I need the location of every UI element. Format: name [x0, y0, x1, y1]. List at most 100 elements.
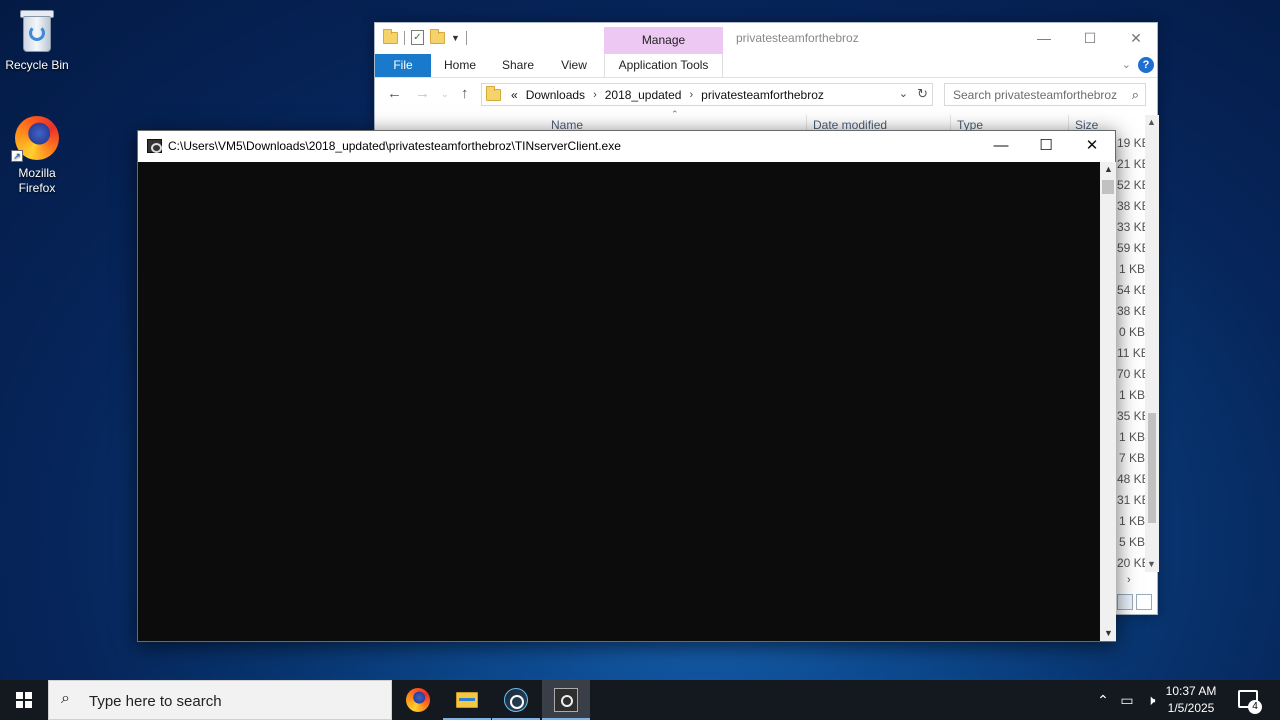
- desktop-icon-firefox[interactable]: ↗ Mozilla Firefox: [0, 114, 74, 196]
- expand-ribbon-icon[interactable]: ⌄: [1122, 58, 1131, 71]
- customize-toolbar-icon[interactable]: ▼: [451, 33, 460, 43]
- console-app-icon: [554, 688, 578, 712]
- chevron-down-icon[interactable]: ⌄: [899, 87, 908, 100]
- maximize-button[interactable]: ☐: [1067, 23, 1113, 53]
- folder-icon: [486, 85, 501, 101]
- network-icon[interactable]: ▭: [1116, 680, 1138, 720]
- navigation-bar: ← → ⌄ ↑ « Downloads › 2018_updated › pri…: [375, 79, 1157, 109]
- taskbar-app-console[interactable]: [542, 680, 590, 720]
- file-size-cell[interactable]: 1 KB: [1117, 427, 1145, 448]
- file-explorer-icon: [456, 692, 478, 708]
- properties-icon[interactable]: ✓: [411, 30, 424, 45]
- large-icons-view-icon[interactable]: [1136, 594, 1152, 610]
- details-view-icon[interactable]: [1117, 594, 1133, 610]
- taskbar-app-file-explorer[interactable]: [443, 680, 491, 720]
- tab-share[interactable]: Share: [495, 54, 541, 77]
- tab-file[interactable]: File: [375, 54, 431, 77]
- scrollbar-thumb[interactable]: [1148, 413, 1156, 523]
- help-icon[interactable]: ?: [1138, 57, 1154, 73]
- console-window[interactable]: C:\Users\VM5\Downloads\2018_updated\priv…: [137, 130, 1116, 642]
- breadcrumb-overflow[interactable]: «: [511, 88, 518, 102]
- maximize-button[interactable]: ☐: [1023, 131, 1069, 161]
- console-output-area[interactable]: [138, 162, 1100, 641]
- scrollbar-thumb[interactable]: [1102, 180, 1114, 194]
- address-bar[interactable]: « Downloads › 2018_updated › privatestea…: [481, 83, 933, 106]
- file-size-cell[interactable]: 33 KB: [1117, 217, 1145, 238]
- tab-application-tools[interactable]: Application Tools: [604, 54, 723, 77]
- file-size-cell[interactable]: 48 KB: [1117, 469, 1145, 490]
- back-arrow-icon[interactable]: ←: [387, 85, 402, 102]
- scroll-down-icon[interactable]: ▼: [1147, 559, 1156, 569]
- taskbar-app-steam[interactable]: [492, 680, 540, 720]
- system-clock[interactable]: 10:37 AM 1/5/2025: [1160, 683, 1222, 717]
- forward-arrow-icon[interactable]: →: [415, 85, 430, 102]
- desktop-icon-recycle-bin[interactable]: Recycle Bin: [0, 8, 74, 72]
- clock-date: 1/5/2025: [1167, 701, 1215, 715]
- console-titlebar[interactable]: C:\Users\VM5\Downloads\2018_updated\priv…: [138, 131, 1115, 162]
- start-button[interactable]: [0, 680, 48, 720]
- breadcrumb-item[interactable]: privatesteamforthebroz: [701, 88, 824, 102]
- tab-home[interactable]: Home: [437, 54, 483, 77]
- taskbar-search-placeholder: Type here to search: [89, 693, 222, 710]
- file-size-cell[interactable]: 70 KB: [1117, 364, 1145, 385]
- file-size-cell[interactable]: 54 KB: [1117, 280, 1145, 301]
- scroll-right-icon[interactable]: ›: [1127, 574, 1131, 586]
- recent-locations-icon[interactable]: ⌄: [441, 89, 449, 100]
- file-size-cell[interactable]: 31 KB: [1117, 490, 1145, 511]
- explorer-titlebar[interactable]: ✓ ▼ Manage privatesteamforthebroz — ☐ ✕: [375, 23, 1157, 54]
- minimize-button[interactable]: —: [1021, 23, 1067, 53]
- scroll-up-icon[interactable]: ▲: [1147, 117, 1156, 127]
- search-icon: ⌕: [1131, 87, 1139, 102]
- chevron-right-icon[interactable]: ›: [593, 89, 597, 101]
- vertical-scrollbar[interactable]: ▲ ▼: [1145, 115, 1159, 572]
- file-size-cell[interactable]: 35 KB: [1117, 406, 1145, 427]
- quick-access-toolbar: ✓ ▼: [383, 28, 467, 45]
- console-vertical-scrollbar[interactable]: ▲ ▼: [1100, 162, 1116, 641]
- file-size-cell[interactable]: 0 KB: [1117, 322, 1145, 343]
- firefox-icon: ↗: [11, 114, 61, 162]
- size-column: 19 KB21 KB52 KB38 KB33 KB59 KB1 KB54 KB3…: [1117, 133, 1145, 574]
- file-size-cell[interactable]: 19 KB: [1117, 133, 1145, 154]
- file-size-cell[interactable]: 1 KB: [1117, 259, 1145, 280]
- file-size-cell[interactable]: 21 KB: [1117, 154, 1145, 175]
- scroll-down-icon[interactable]: ▼: [1104, 628, 1113, 638]
- refresh-icon[interactable]: ↻: [917, 86, 928, 102]
- close-button[interactable]: ✕: [1113, 23, 1159, 53]
- desktop-icon-label: Recycle Bin: [5, 58, 69, 72]
- show-hidden-icons-chevron-icon[interactable]: ⌃: [1094, 680, 1112, 720]
- tab-view[interactable]: View: [551, 54, 597, 77]
- volume-muted-icon[interactable]: 🕨: [1140, 680, 1162, 720]
- file-size-cell[interactable]: 1 KB: [1117, 511, 1145, 532]
- search-input[interactable]: Search privatesteamforthebroz ⌕: [944, 83, 1146, 106]
- tab-manage[interactable]: Manage: [604, 27, 723, 54]
- taskbar: ⌕ Type here to search ⌃ ▭ 🕨 10:37 AM 1/5…: [0, 680, 1280, 720]
- search-icon: ⌕: [61, 690, 70, 707]
- ribbon-tabs: File Home Share View Application Tools ⌄…: [375, 54, 1157, 78]
- window-title: privatesteamforthebroz: [736, 31, 859, 45]
- file-size-cell[interactable]: 52 KB: [1117, 175, 1145, 196]
- taskbar-search-box[interactable]: ⌕ Type here to search: [48, 680, 392, 720]
- taskbar-app-firefox[interactable]: [394, 680, 442, 720]
- search-placeholder: Search privatesteamforthebroz: [953, 88, 1118, 102]
- chevron-right-icon[interactable]: ›: [689, 89, 693, 101]
- folder-icon[interactable]: [383, 28, 398, 44]
- file-size-cell[interactable]: 38 KB: [1117, 301, 1145, 322]
- shortcut-arrow-icon: ↗: [11, 150, 23, 162]
- breadcrumb-item[interactable]: 2018_updated: [605, 88, 682, 102]
- file-size-cell[interactable]: 7 KB: [1117, 448, 1145, 469]
- file-size-cell[interactable]: 38 KB: [1117, 196, 1145, 217]
- up-arrow-icon[interactable]: ↑: [461, 85, 469, 102]
- file-size-cell[interactable]: 5 KB: [1117, 532, 1145, 553]
- breadcrumb-item[interactable]: Downloads: [526, 88, 585, 102]
- close-button[interactable]: ✕: [1069, 131, 1115, 161]
- console-title: C:\Users\VM5\Downloads\2018_updated\priv…: [168, 139, 621, 153]
- file-size-cell[interactable]: 1 KB: [1117, 385, 1145, 406]
- new-folder-icon[interactable]: [430, 28, 445, 44]
- file-size-cell[interactable]: 11 KB: [1117, 343, 1145, 364]
- console-app-icon[interactable]: [147, 139, 162, 153]
- file-size-cell[interactable]: 59 KB: [1117, 238, 1145, 259]
- file-size-cell[interactable]: 20 KB: [1117, 553, 1145, 574]
- scroll-up-icon[interactable]: ▲: [1104, 164, 1113, 174]
- firefox-icon: [406, 688, 430, 712]
- minimize-button[interactable]: —: [978, 131, 1024, 161]
